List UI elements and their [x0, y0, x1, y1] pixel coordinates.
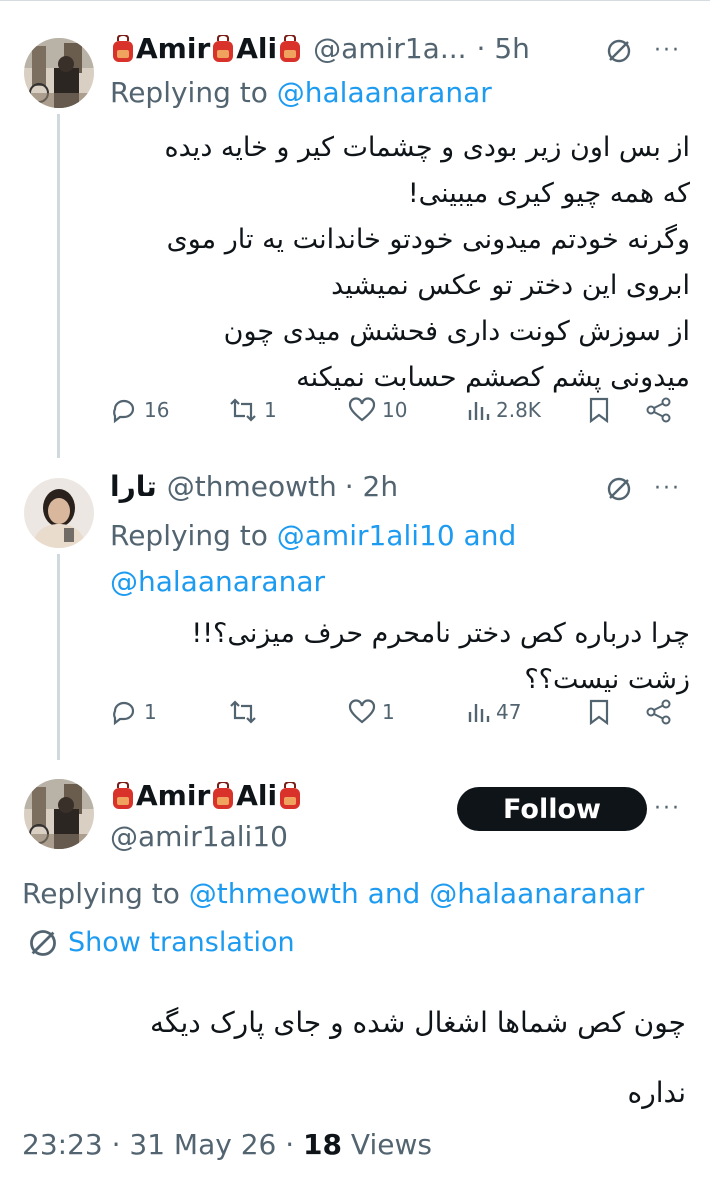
display-name[interactable]: Amir [136, 32, 210, 65]
view-count: 2.8K [496, 398, 541, 422]
timestamp[interactable]: 23:23 · 31 May 26 · [22, 1128, 294, 1161]
retweet-count: 1 [264, 398, 277, 422]
retweet-button[interactable] [228, 698, 264, 726]
grok-icon[interactable] [606, 476, 632, 502]
handle[interactable]: @amir1a... [313, 32, 466, 65]
backpack-icon [210, 780, 236, 810]
backpack-icon [277, 780, 303, 810]
handle[interactable]: @amir1ali10 [110, 820, 288, 853]
tweet-body: چون کص شماها اشغال شده و جای پارک دیگه ن… [26, 988, 686, 1128]
mention-link[interactable]: @thmeowth [189, 877, 359, 910]
views-button[interactable]: 2.8K [466, 398, 541, 422]
backpack-icon [110, 33, 136, 63]
timestamp[interactable]: · 5h [477, 32, 530, 65]
avatar[interactable] [24, 38, 94, 108]
bookmark-icon[interactable] [588, 699, 610, 725]
tweet-meta: 23:23 · 31 May 26 · 18 Views [22, 1128, 432, 1161]
analytics-icon [466, 398, 490, 422]
mention-link[interactable]: @halaanaranar [277, 76, 492, 109]
view-count: 47 [496, 700, 522, 724]
thread-line [57, 554, 60, 760]
backpack-icon [277, 33, 303, 63]
display-name[interactable]: تارا [110, 470, 157, 503]
display-name-part-2[interactable]: Ali [236, 32, 277, 65]
mention-link[interactable]: @halaanaranar [429, 877, 644, 910]
reply-icon [110, 698, 138, 726]
grok-icon[interactable] [606, 38, 632, 64]
bookmark-icon[interactable] [588, 397, 610, 423]
replying-to: Replying to @amir1ali10 and @halaanarana… [110, 513, 670, 605]
replying-to: Replying to @thmeowth and @halaanaranar [22, 877, 644, 910]
reply-count: 16 [144, 398, 170, 422]
top-divider [0, 0, 710, 1]
mention-link[interactable]: @halaanaranar [110, 565, 325, 598]
reply-button[interactable]: 16 [110, 396, 169, 424]
body-line: چرا درباره کص دختر نامحرم حرف میزنی؟!! [191, 618, 690, 649]
mention-and[interactable]: and [368, 877, 421, 910]
body-line: که همه چیو کیری میبینی! [407, 178, 690, 209]
tweet-header: Amir Ali [110, 779, 303, 812]
retweet-icon [228, 396, 258, 424]
like-count: 10 [382, 398, 408, 422]
body-line: میدونی پشم کصشم حسابت نمیکنه [296, 362, 690, 393]
reply-count: 1 [144, 700, 157, 724]
avatar[interactable] [24, 779, 94, 849]
views-button[interactable]: 47 [466, 700, 521, 724]
body-line: وگرنه خودتم میدونی خودتو خاندانت یه تار … [166, 224, 690, 255]
like-button[interactable]: 1 [348, 699, 395, 725]
analytics-icon [466, 700, 490, 724]
reply-button[interactable]: 1 [110, 698, 157, 726]
avatar[interactable] [24, 478, 94, 548]
heart-icon [348, 699, 376, 725]
display-name-part-2[interactable]: Ali [236, 779, 277, 812]
more-icon[interactable]: ··· [654, 796, 681, 821]
more-icon[interactable]: ··· [654, 476, 681, 501]
tweet-body: چرا درباره کص دختر نامحرم حرف میزنی؟!! ز… [90, 611, 690, 703]
heart-icon [348, 397, 376, 423]
replying-label: Replying to [110, 519, 268, 552]
like-count: 1 [382, 700, 395, 724]
body-line: زشت نیست؟؟ [524, 664, 690, 695]
share-icon[interactable] [646, 699, 672, 725]
body-line: از سوزش کونت داری فحشش میدی چون [223, 316, 690, 347]
tweet-body: از بس اون زیر بودی و چشمات کیر و خایه دی… [90, 125, 690, 401]
tweet-header: تارا @thmeowth · 2h [110, 470, 398, 503]
body-line: از بس اون زیر بودی و چشمات کیر و خایه دی… [164, 132, 690, 163]
replying-label: Replying to [22, 877, 180, 910]
views-count: 18 [303, 1128, 343, 1161]
share-icon[interactable] [646, 397, 672, 423]
show-translation-link[interactable]: Show translation [28, 927, 295, 958]
views-label: Views [350, 1128, 432, 1161]
retweet-icon [228, 698, 258, 726]
like-button[interactable]: 10 [348, 397, 407, 423]
follow-button[interactable]: Follow [457, 787, 647, 831]
thread-line [57, 114, 60, 458]
body-line: ابروی این دختر تو عکس نمیشید [331, 270, 690, 301]
display-name[interactable]: Amir [136, 779, 210, 812]
replying-label: Replying to [110, 76, 268, 109]
retweet-button[interactable]: 1 [228, 396, 277, 424]
backpack-icon [210, 33, 236, 63]
body-line: چون کص شماها اشغال شده و جای پارک دیگه [149, 1006, 686, 1039]
tweet-header: Amir Ali @amir1a... · 5h [110, 32, 530, 65]
handle[interactable]: @thmeowth [167, 470, 337, 503]
replying-to: Replying to @halaanaranar [110, 76, 492, 109]
mention-link[interactable]: @amir1ali10 and [277, 519, 516, 552]
backpack-icon [110, 780, 136, 810]
show-translation-label: Show translation [68, 927, 295, 958]
timestamp[interactable]: · 2h [345, 470, 398, 503]
body-line: نداره [627, 1076, 686, 1109]
translate-icon [28, 928, 58, 958]
reply-icon [110, 396, 138, 424]
more-icon[interactable]: ··· [654, 38, 681, 63]
